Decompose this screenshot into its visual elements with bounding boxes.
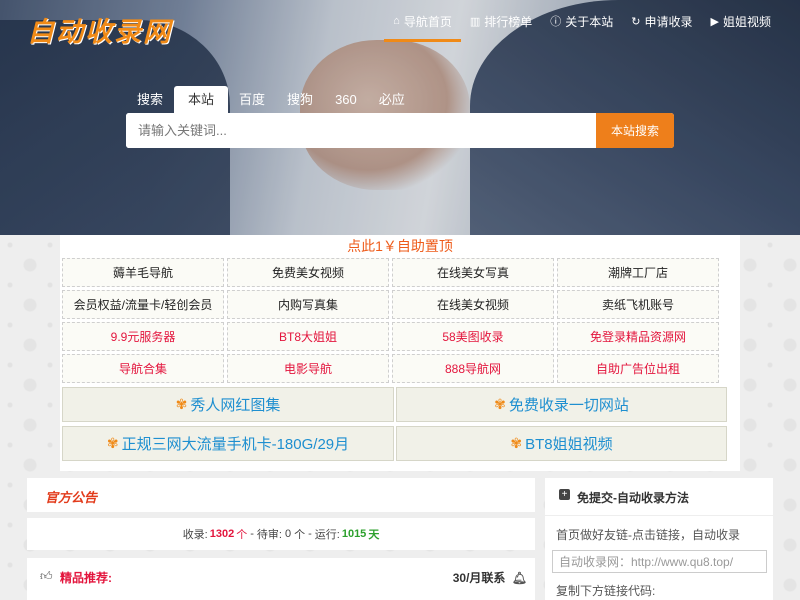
nav-label: 排行榜单 (484, 14, 533, 29)
sidebar-body: 首页做好友链-点击链接，自动收录 复制下方链接代码: (545, 516, 773, 600)
ribbon-icon: ✾ (106, 435, 119, 451)
featured-link[interactable]: ✾ 正规三网大流量手机卡-180G/29月 (62, 426, 394, 461)
copy-code-label: 复制下方链接代码: (556, 584, 656, 598)
nav-label: 导航首页 (403, 14, 452, 29)
announcement-title: 官方公告 (45, 491, 98, 506)
site-logo[interactable]: 自动收录网 (27, 10, 172, 49)
search-button[interactable]: 本站搜索 (596, 113, 674, 148)
link-cell[interactable]: 薅羊毛导航 (62, 258, 224, 287)
stat-collected-label: 收录: (182, 529, 208, 541)
links-panel: 点此1￥自助置顶 薅羊毛导航 免费美女视频 在线美女写真 潮牌工厂店 会员权益/… (60, 235, 740, 471)
tab-baidu[interactable]: 百度 (228, 86, 276, 114)
bell-icon: 🔔︎ (511, 571, 527, 585)
featured-link-label: 正规三网大流量手机卡-180G/29月 (121, 436, 350, 453)
refresh-icon: ↻ (631, 15, 641, 28)
nav-rankings[interactable]: ▥ 排行榜单 (461, 0, 541, 42)
link-cell[interactable]: 内购写真集 (227, 290, 389, 319)
stat-running-unit: 天 (368, 529, 380, 541)
stat-running-label: 运行: (314, 529, 340, 541)
links-grid: 薅羊毛导航 免费美女视频 在线美女写真 潮牌工厂店 会员权益/流量卡/轻创会员 … (62, 258, 719, 383)
link-cell[interactable]: 免登录精品资源网 (557, 322, 719, 351)
featured-link[interactable]: ✾ 免费收录一切网站 (396, 387, 727, 422)
bar-chart-icon: ▥ (469, 15, 481, 28)
tab-sogou[interactable]: 搜狗 (276, 86, 324, 114)
stat-collected-value: 1302 (209, 528, 235, 540)
stat-pending-unit: 个 (294, 529, 306, 541)
featured-link[interactable]: ✾ BT8姐姐视频 (396, 426, 727, 461)
thumbs-up-icon: 👍︎ (40, 569, 53, 583)
search-engine-tabs: 搜索 本站 百度 搜狗 360 必应 (126, 86, 416, 114)
ribbon-icon: ✾ (510, 435, 523, 451)
featured-link-label: 秀人网红图集 (190, 397, 281, 414)
featured-link-label: BT8姐姐视频 (525, 436, 613, 453)
tab-site[interactable]: 本站 (174, 86, 229, 114)
play-icon: ▶ (710, 15, 719, 28)
contact-link[interactable]: 30/月联系 🔔︎ (453, 569, 527, 586)
featured-links-grid: ✾ 秀人网红图集 ✾ 免费收录一切网站 ✾ 正规三网大流量手机卡-180G/29… (62, 387, 727, 461)
link-cell[interactable]: 潮牌工厂店 (557, 258, 719, 287)
plus-square-icon: + (559, 489, 570, 500)
tab-360[interactable]: 360 (324, 86, 368, 114)
stat-collected-unit: 个 (236, 529, 248, 541)
nav-label: 姐姐视频 (722, 14, 771, 29)
info-icon: ⓘ (550, 16, 562, 28)
link-cell[interactable]: 导航合集 (62, 354, 224, 383)
nav-video[interactable]: ▶ 姐姐视频 (702, 0, 780, 42)
nav-label: 关于本站 (565, 14, 614, 29)
ribbon-icon: ✾ (175, 396, 188, 412)
nav-label: 申请收录 (644, 14, 693, 29)
link-cell[interactable]: 卖纸飞机账号 (557, 290, 719, 319)
nav-apply[interactable]: ↻ 申请收录 (622, 0, 701, 42)
sidebar-header: + 免提交-自动收录方法 (545, 478, 773, 516)
link-code-input[interactable] (552, 550, 767, 573)
stat-pending-value: 0 (284, 528, 292, 540)
link-cell[interactable]: 会员权益/流量卡/轻创会员 (62, 290, 224, 319)
featured-title: 精品推荐: (60, 571, 112, 585)
sidebar-title: 免提交-自动收录方法 (577, 491, 689, 505)
stat-separator: - (250, 528, 254, 540)
contact-label: 30/月联系 (452, 571, 506, 585)
ribbon-icon: ✾ (494, 396, 506, 412)
sidebar-desc: 首页做好友链-点击链接，自动收录 (556, 528, 740, 542)
featured-link-label: 免费收录一切网站 (508, 397, 629, 414)
link-cell[interactable]: 888导航网 (392, 354, 554, 383)
featured-recommend: 👍︎ 精品推荐: 30/月联系 🔔︎ (27, 558, 535, 600)
stat-running-value: 1015 (341, 528, 367, 540)
link-cell[interactable]: 58美图收录 (392, 322, 554, 351)
site-stats: 收录: 1302 个 - 待审: 0 个 - 运行: 1015 天 (27, 518, 535, 550)
stat-separator: - (308, 528, 312, 540)
tab-search[interactable]: 搜索 (126, 86, 174, 114)
link-cell[interactable]: 免费美女视频 (227, 258, 389, 287)
promo-top-link[interactable]: 点此1￥自助置顶 (60, 235, 740, 257)
tab-bing[interactable]: 必应 (368, 86, 416, 114)
link-cell[interactable]: 自助广告位出租 (557, 354, 719, 383)
search-bar: 本站搜索 (126, 113, 674, 148)
nav-about[interactable]: ⓘ 关于本站 (541, 0, 622, 42)
home-icon: ⌂ (393, 15, 400, 27)
link-cell[interactable]: 电影导航 (227, 354, 389, 383)
link-cell[interactable]: 在线美女视频 (392, 290, 554, 319)
top-nav: ⌂ 导航首页 ▥ 排行榜单 ⓘ 关于本站 ↻ 申请收录 ▶ 姐姐视频 (384, 0, 780, 42)
link-cell[interactable]: 在线美女写真 (392, 258, 554, 287)
search-input[interactable] (126, 113, 596, 148)
link-cell[interactable]: BT8大姐姐 (227, 322, 389, 351)
nav-home[interactable]: ⌂ 导航首页 (384, 0, 461, 42)
stat-pending-label: 待审: (256, 529, 282, 541)
link-cell[interactable]: 9.9元服务器 (62, 322, 224, 351)
announcement-bar: 官方公告 (27, 478, 535, 512)
featured-link[interactable]: ✾ 秀人网红图集 (62, 387, 394, 422)
